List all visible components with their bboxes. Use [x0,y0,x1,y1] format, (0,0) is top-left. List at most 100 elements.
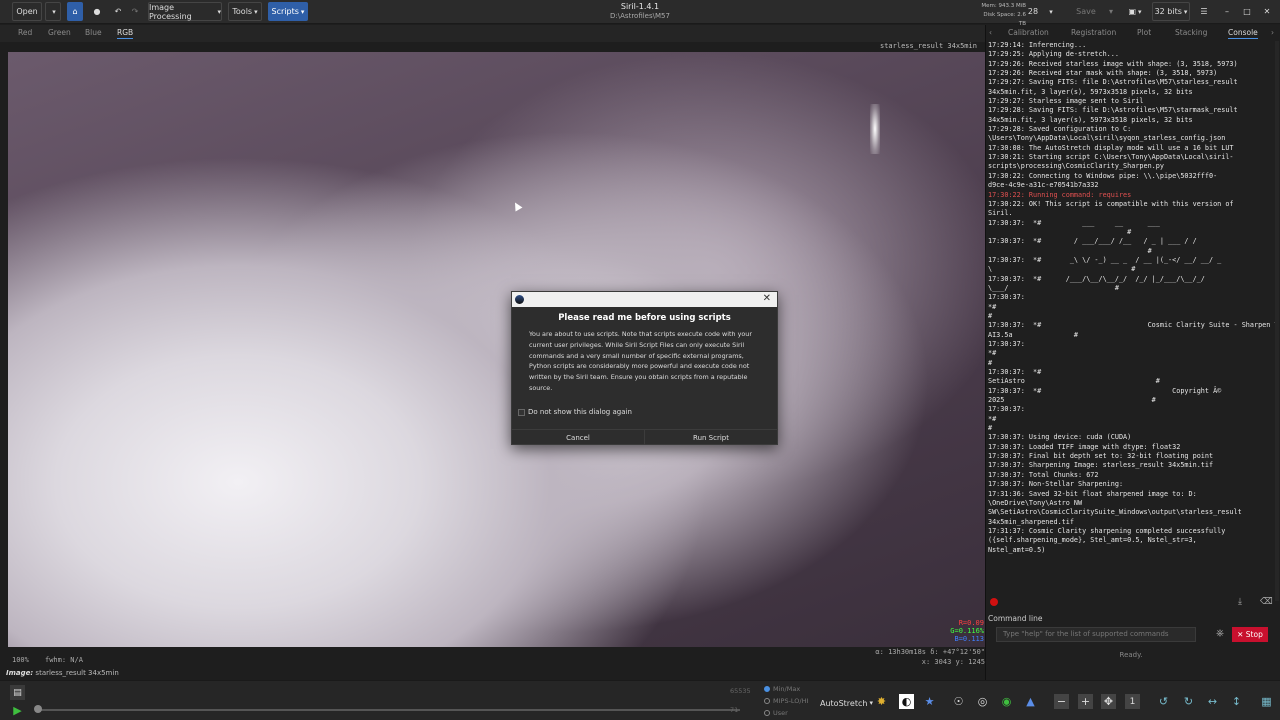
slider-knob[interactable] [34,705,42,713]
panel-forward-icon[interactable]: › [1271,28,1274,37]
record-button[interactable]: ● [89,2,105,21]
dont-show-checkbox[interactable]: Do not show this dialog again [518,408,632,416]
radio-user[interactable]: User [764,709,788,717]
tab-calibration[interactable]: Calibration [1008,28,1049,37]
world-coordinates: α: 13h30m18s δ: +47°12'50" [875,648,985,656]
target-icon[interactable]: ◉ [999,694,1014,709]
console-line: # [988,311,993,320]
display-range-slider[interactable] [40,709,740,711]
image-processing-label: Image Processing [149,2,192,21]
radio-minmax-label: Min/Max [773,685,801,693]
lo-value[interactable]: 71 [730,706,738,714]
dialog-close-button[interactable]: ✕ [763,293,771,304]
maximize-button[interactable]: □ [1240,2,1254,21]
tab-red[interactable]: Red [18,28,32,37]
run-script-button[interactable]: Run Script [645,430,777,445]
console-log[interactable]: 17:29:14: Inferencing... 17:29:25: Applyi… [988,41,1277,601]
save-as-icon: ▾ [1108,7,1113,16]
console-line: 17:29:26: Received starless image with s… [988,59,1238,68]
pixel-value-readout: R=0.09 G=0.116% B=0.113 [940,619,984,643]
globe-icon[interactable]: ◎ [975,694,990,709]
checkbox-box[interactable] [518,408,525,416]
minimize-button[interactable]: – [1220,2,1234,21]
snapshot-button[interactable]: ▣ ▾ [1124,2,1146,21]
color-picker-icon[interactable]: ✸ [874,694,889,709]
negative-view-icon[interactable]: ◐ [899,694,914,709]
tab-blue[interactable]: Blue [85,28,102,37]
tools-menu[interactable]: Tools ▾ [228,2,262,21]
zoom-100-icon[interactable]: 1 [1125,694,1140,709]
photometry-icon[interactable]: ▦ [1259,694,1274,709]
console-line: *# [988,349,997,358]
console-line: SetiAstro # [988,377,1160,386]
panel-back-icon[interactable]: ‹ [989,28,992,37]
console-scrollbar[interactable] [1275,41,1279,601]
working-directory: D:\Astrofiles\M57 [610,12,670,20]
tab-green[interactable]: Green [48,28,71,37]
redo-button[interactable]: ↷ [128,2,142,21]
thread-spinner[interactable]: ▾ [1043,2,1057,21]
rotate-left-icon[interactable]: ↺ [1156,694,1171,709]
console-line: Siril. [988,209,1013,218]
mirror-x-icon[interactable]: ↔ [1205,694,1220,709]
command-input[interactable]: Type "help" for the list of supported co… [996,627,1196,642]
tab-registration[interactable]: Registration [1071,28,1116,37]
console-line: 17:30:22: OK! This script is compatible … [988,199,1234,208]
radio-mips[interactable]: MIPS-LO/HI [764,697,808,705]
star-tool-icon[interactable]: ▲ [1023,694,1038,709]
play-icon[interactable]: ▶ [10,703,25,718]
console-line: 17:30:37: [988,293,1025,302]
home-button[interactable]: ⌂ [67,2,83,21]
hi-value[interactable]: 65535 [730,687,751,695]
undo-button[interactable]: ↶ [111,2,125,21]
clear-log-icon[interactable]: ⌫ [1260,597,1273,607]
save-button[interactable]: Save [1074,2,1098,21]
stretch-mode-select[interactable]: AutoStretch ▾ [820,695,873,711]
zoom-fit-icon[interactable]: ✥ [1101,694,1116,709]
radio-dot [764,710,770,716]
undo-icon: ↶ [114,7,122,16]
console-line: 17:29:14: Inferencing... [988,41,1087,49]
help-icon[interactable]: ⎈ [1216,628,1224,639]
tab-plot[interactable]: Plot [1137,28,1151,37]
console-line: 17:30:37: *# Cosmic Clarity Suite - Shar… [988,321,1277,330]
false-color-icon[interactable]: ★ [922,694,937,709]
rotate-right-icon[interactable]: ↻ [1181,694,1196,709]
radio-dot [764,698,770,704]
console-line: 17:30:37: *# ___ __ ___ [988,218,1160,227]
zoom-in-icon[interactable]: + [1078,694,1093,709]
console-line: 34x5min.fit, 3 layer(s), 5973x3518 pixel… [988,115,1193,124]
cancel-button[interactable]: Cancel [512,430,645,445]
main-menu-button[interactable]: ☰ [1197,2,1211,21]
readout-green: G=0.116% [950,627,984,635]
close-window-button[interactable]: ✕ [1260,2,1274,21]
bit-depth-menu[interactable]: 32 bits ▾ [1152,2,1190,21]
memory-usage: Mem: 943.3 MiB [981,3,1026,9]
zoom-out-icon[interactable]: − [1054,694,1069,709]
download-log-icon[interactable]: ⤓ [1238,597,1242,607]
console-line: 17:30:37: *# [988,368,1042,377]
save-as-button[interactable]: ▾ [1104,2,1118,21]
recent-dropdown-button[interactable]: ▾ [45,2,61,21]
channel-tabs: Red Green Blue RGB [0,25,985,42]
mirror-y-icon[interactable]: ↕ [1229,694,1244,709]
histogram-icon[interactable]: ▤ [10,685,25,700]
image-viewport[interactable] [8,52,985,647]
console-line: 17:30:37: Non-Stellar Sharpening: [988,480,1124,489]
app-title: Siril-1.4.1 [620,2,660,11]
image-processing-menu[interactable]: Image Processing ▾ [148,2,222,21]
tab-console[interactable]: Console [1228,28,1258,39]
tab-stacking[interactable]: Stacking [1175,28,1207,37]
open-button[interactable]: Open [12,2,42,21]
tab-rgb[interactable]: RGB [117,28,134,39]
console-line: d9ce-4c9e-a31c-e70541b7a332 [988,181,1099,190]
camera-icon: ▣ [1128,7,1137,16]
scripts-menu[interactable]: Scripts ▾ [268,2,308,21]
open-label: Open [16,7,38,16]
annotate-icon[interactable]: ☉ [951,694,966,709]
radio-minmax[interactable]: Min/Max [764,685,800,693]
zoom-level: 100% [12,656,29,664]
hamburger-icon: ☰ [1200,7,1208,16]
stop-button[interactable]: ✕ Stop [1232,627,1268,642]
record-log-icon[interactable] [990,598,998,606]
